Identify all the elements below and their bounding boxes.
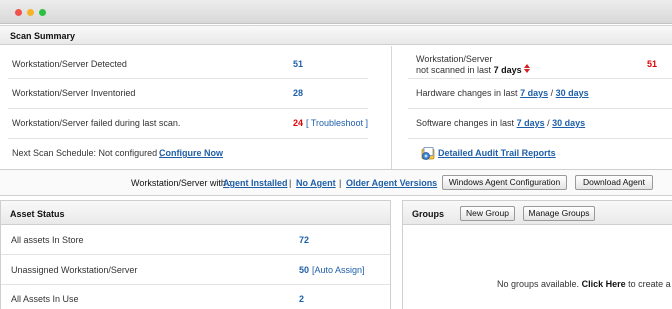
software-changes-row: Software changes in last 7 days / 30 day… xyxy=(416,118,585,128)
unassigned-label: Unassigned Workstation/Server xyxy=(11,265,138,275)
auto-assign-link[interactable]: [Auto Assign] xyxy=(312,265,365,275)
not-scanned-label-line2: not scanned in last 7 days xyxy=(416,65,522,75)
click-here-link[interactable]: Click Here xyxy=(582,279,626,289)
no-groups-text: No groups available. xyxy=(497,279,580,289)
agent-installed-link[interactable]: Agent Installed xyxy=(223,178,288,188)
agent-bar-prefix: Workstation/Server with : xyxy=(131,178,231,188)
software-7-days-link[interactable]: 7 days xyxy=(517,118,545,128)
not-scanned-period: 7 days xyxy=(493,65,522,75)
close-window-icon[interactable] xyxy=(15,9,22,16)
scan-summary-header: Scan Summary xyxy=(0,25,672,45)
period-separator: / xyxy=(550,88,554,98)
hardware-7-days-link[interactable]: 7 days xyxy=(520,88,548,98)
assets-in-store-count[interactable]: 72 xyxy=(299,235,309,245)
link-separator: | xyxy=(339,178,342,188)
assets-in-store-label: All assets In Store xyxy=(11,235,84,245)
asset-status-title: Asset Status xyxy=(10,209,65,219)
older-agent-versions-link[interactable]: Older Agent Versions xyxy=(346,178,437,188)
detected-count[interactable]: 51 xyxy=(293,59,303,69)
scan-summary-divider xyxy=(391,46,392,169)
period-separator: / xyxy=(547,118,550,128)
no-groups-suffix: to create a new g xyxy=(628,279,672,289)
maximize-window-icon[interactable] xyxy=(39,9,46,16)
not-scanned-label-line1: Workstation/Server xyxy=(416,54,493,64)
no-agent-link[interactable]: No Agent xyxy=(296,178,336,188)
no-groups-message: No groups available. Click Here to creat… xyxy=(497,279,672,289)
hardware-changes-row: Hardware changes in last 7 days / 30 day… xyxy=(416,88,589,98)
audit-trail-link[interactable]: Detailed Audit Trail Reports xyxy=(438,148,556,158)
hardware-30-days-link[interactable]: 30 days xyxy=(556,88,589,98)
row-divider xyxy=(408,78,672,79)
assets-in-use-label: All Assets In Use xyxy=(11,294,79,304)
assets-in-use-count[interactable]: 2 xyxy=(299,294,304,304)
inventoried-count[interactable]: 28 xyxy=(293,88,303,98)
not-scanned-count[interactable]: 51 xyxy=(647,59,657,69)
unassigned-count[interactable]: 50 xyxy=(299,265,309,275)
asset-status-panel: Asset Status All assets In Store 72 Unas… xyxy=(0,200,391,309)
groups-panel: Groups New Group Manage Groups No groups… xyxy=(402,200,672,309)
failed-label: Workstation/Server failed during last sc… xyxy=(12,118,181,128)
new-group-button[interactable]: New Group xyxy=(460,206,515,221)
manage-groups-button[interactable]: Manage Groups xyxy=(523,206,595,221)
troubleshoot-link[interactable]: [ Troubleshoot ] xyxy=(306,118,368,128)
software-changes-label: Software changes in last xyxy=(416,118,515,128)
failed-count[interactable]: 24 xyxy=(293,118,303,128)
row-divider xyxy=(408,138,672,139)
schedule-label: Next Scan Schedule: Not configured , xyxy=(12,148,163,158)
inventoried-label: Workstation/Server Inventoried xyxy=(12,88,136,98)
download-agent-button[interactable]: Download Agent xyxy=(575,175,653,190)
agent-bar: Workstation/Server with : Agent Installe… xyxy=(0,169,672,196)
report-icon[interactable] xyxy=(421,147,436,160)
minimize-window-icon[interactable] xyxy=(27,9,34,16)
window-titlebar xyxy=(0,0,672,24)
row-divider xyxy=(8,108,368,109)
link-separator: | xyxy=(289,178,292,188)
row-divider xyxy=(1,284,390,285)
row-divider xyxy=(1,254,390,255)
row-divider xyxy=(408,108,672,109)
row-divider xyxy=(8,78,368,79)
groups-title: Groups xyxy=(412,209,445,219)
asset-status-header: Asset Status xyxy=(1,201,390,225)
not-scanned-text: not scanned in last xyxy=(416,65,492,75)
row-divider xyxy=(8,138,368,139)
windows-agent-configuration-button[interactable]: Windows Agent Configuration xyxy=(442,175,567,190)
detected-label: Workstation/Server Detected xyxy=(12,59,127,69)
sort-arrows-icon[interactable] xyxy=(524,64,530,74)
hardware-changes-label: Hardware changes in last xyxy=(416,88,518,98)
configure-now-link[interactable]: Configure Now xyxy=(159,148,223,158)
scan-summary-title: Scan Summary xyxy=(10,31,76,41)
software-30-days-link[interactable]: 30 days xyxy=(552,118,585,128)
